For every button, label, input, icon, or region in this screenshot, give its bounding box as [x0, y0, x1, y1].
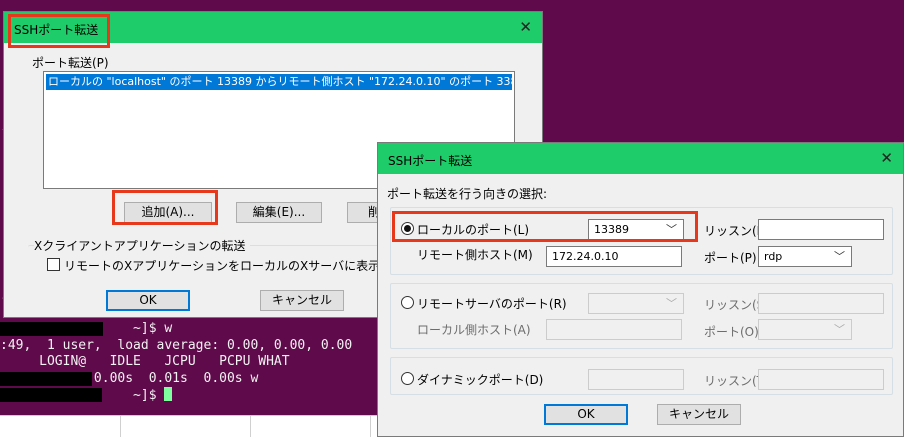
desktop-strip [0, 415, 380, 437]
edit-button[interactable]: 編集(E)... [236, 202, 322, 223]
window-title: SSHポート転送 [388, 154, 473, 168]
terminal-cursor [164, 387, 173, 401]
terminal-line: :49, 1 user, load average: 0.00, 0.00, 0… [0, 338, 353, 353]
dynamic-port-radio[interactable] [401, 372, 414, 385]
terminal[interactable]: ~]$ w :49, 1 user, load average: 0.00, 0… [0, 320, 380, 415]
local-listen-input[interactable] [758, 219, 884, 240]
terminal-line: LOGIN@ IDLE JCPU PCPU WHAT [0, 354, 290, 369]
close-icon[interactable]: ✕ [880, 149, 893, 167]
remote-server-port-radio[interactable] [401, 296, 414, 309]
remote-port-label: ポート(P) [704, 251, 757, 265]
x11-forward-checkbox[interactable] [47, 258, 60, 271]
terminal-prompt: ~]$ [0, 387, 173, 404]
local-listen-label: リッスン(I) [704, 224, 765, 238]
ok-button[interactable]: OK [544, 404, 628, 425]
x11-group-label: Xクライアントアプリケーションの転送 [34, 237, 250, 254]
remote-server-port-radio-label[interactable]: リモートサーバのポート(R) [417, 295, 567, 312]
chevron-down-icon[interactable]: ﹀ [834, 320, 845, 339]
terminal-line: ~]$ [0, 388, 165, 403]
dynamic-port-input[interactable] [588, 369, 684, 390]
x11-checkbox-label[interactable]: リモートのXアプリケーションをローカルのXサーバに表示する [64, 257, 404, 274]
terminal-line: ~]$ w [0, 321, 173, 336]
highlight-box [112, 190, 218, 225]
port-forward-settings-dialog: SSHポート転送 ✕ ポート転送を行う向きの選択: ローカルのポート(L) 13… [377, 142, 904, 437]
remote-port-combo[interactable]: rdp ﹀ [758, 246, 852, 267]
chevron-down-icon[interactable]: ﹀ [666, 294, 677, 313]
remote-host-input[interactable]: 172.24.0.10 [546, 246, 682, 267]
dynamic-listen-input[interactable] [758, 369, 884, 390]
terminal-line: 0.00s 0.01s 0.00s w [0, 371, 259, 386]
remote-listen-input[interactable] [758, 293, 884, 314]
title-bar[interactable]: SSHポート転送 ✕ [378, 143, 903, 174]
local-host-input[interactable] [546, 319, 682, 340]
cancel-button[interactable]: キャンセル [657, 404, 741, 425]
list-item[interactable]: ローカルの "localhost" のポート 13389 からリモート側ホスト … [46, 74, 514, 90]
remote-group-port-combo[interactable]: ﹀ [758, 319, 852, 340]
remote-group-port-label: ポート(O) [704, 325, 759, 339]
remote-port-value: rdp [764, 250, 783, 263]
ok-button[interactable]: OK [106, 290, 190, 311]
highlight-box [392, 211, 698, 242]
local-host-label: ローカル側ホスト(A) [417, 323, 531, 337]
remote-server-port-combo[interactable]: ﹀ [588, 293, 684, 314]
chevron-down-icon[interactable]: ﹀ [834, 247, 845, 266]
remote-host-label: リモート側ホスト(M) [417, 248, 533, 262]
direction-label: ポート転送を行う向きの選択: [387, 187, 548, 201]
close-icon[interactable]: ✕ [519, 18, 532, 36]
cancel-button[interactable]: キャンセル [260, 290, 344, 311]
dynamic-port-radio-label[interactable]: ダイナミックポート(D) [417, 371, 543, 388]
highlight-box [8, 14, 110, 48]
port-forward-list-label: ポート転送(P) [32, 56, 109, 70]
